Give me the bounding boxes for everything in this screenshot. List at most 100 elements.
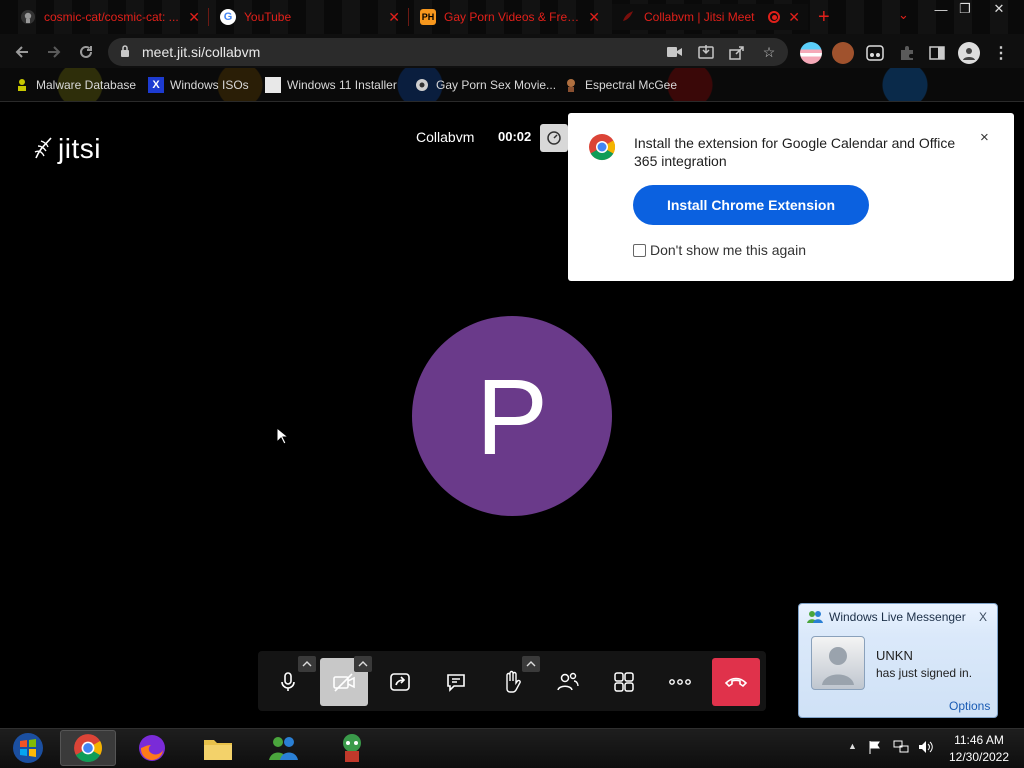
side-panel-icon[interactable] [926,42,948,64]
messenger-icon [269,737,298,760]
back-button[interactable] [10,40,34,64]
hang-up-button[interactable] [712,658,760,706]
close-icon[interactable]: ✕ [188,9,200,26]
tile-view-button[interactable] [600,658,648,706]
taskbar-firefox[interactable] [124,730,180,766]
connection-indicator-icon[interactable] [540,124,568,152]
lock-icon [121,45,129,57]
show-hidden-icons[interactable]: ▲ [848,741,857,751]
clock-time: 11:46 AM [954,733,1004,747]
hang-up-icon [724,677,748,688]
taskbar-app-character[interactable] [324,730,380,766]
contact-name: UNKN [876,648,913,663]
bookmark-windows-11-installer[interactable]: Windows 11 Installer [265,76,397,94]
dont-show-label: Don't show me this again [650,242,806,258]
extension-avatar-icon[interactable] [832,42,854,64]
bookmark-star-icon[interactable]: ☆ [760,43,778,61]
tab-title: Collabvm | Jitsi Meet [644,10,755,24]
chrome-logo-icon [589,134,616,161]
share-screen-button[interactable] [376,658,424,706]
participant-avatar: P [412,316,612,516]
action-center-flag-icon[interactable] [868,740,882,754]
messenger-close-button[interactable]: X [979,610,987,624]
tab-jitsi[interactable]: Collabvm | Jitsi Meet ✕ [612,4,808,30]
back-arrow-icon [15,46,28,58]
jitsi-logo[interactable]: jitsi [32,133,101,165]
taskbar-clock[interactable]: 11:46 AM 12/30/2022 [944,732,1014,766]
tab-youtube[interactable]: G YouTube ✕ [212,4,408,30]
profile-icon[interactable] [958,42,980,64]
profile-flag-icon[interactable] [800,42,822,64]
dont-show-checkbox[interactable] [633,243,646,257]
character-icon [563,77,579,93]
bookmark-gay-porn-sex-movie[interactable]: Gay Porn Sex Movie... [414,76,556,94]
jitsi-icon [620,9,636,25]
meeting-name: Collabvm [416,129,475,145]
volume-icon[interactable] [918,740,934,754]
address-bar[interactable]: meet.jit.si/collabvm [108,38,788,66]
close-icon[interactable]: ✕ [588,9,600,26]
chat-icon [447,674,465,692]
tab-title: cosmic-cat/cosmic-cat: ... [44,10,179,24]
dont-show-again-option[interactable]: Don't show me this again [633,242,806,258]
participants-button[interactable] [544,658,592,706]
install-app-icon[interactable] [697,43,715,61]
malware-db-icon [14,77,30,93]
extension-controller-icon[interactable] [864,42,886,64]
participants-icon [557,672,579,691]
firefox-icon [139,735,165,761]
start-button[interactable] [0,730,56,766]
bookmark-malware-database[interactable]: Malware Database [14,76,136,94]
tab-ph[interactable]: PH Gay Porn Videos & Free ... ✕ [412,4,608,30]
chat-button[interactable] [432,658,480,706]
bookmark-page-icon [414,77,430,93]
messenger-buddy-icon [807,611,823,623]
folder-icon [204,740,232,760]
audio-settings-caret-icon[interactable] [298,656,316,672]
meeting-timer: 00:02 [498,129,532,144]
ph-icon: PH [420,9,436,25]
bookmark-espectral-mcgee[interactable]: Espectral McGee [563,76,677,94]
bookmark-windows-isos[interactable]: X Windows ISOs [148,76,249,94]
taskbar-file-explorer[interactable] [190,730,246,766]
tab-search-icon[interactable]: ⌄ [898,7,909,23]
tab-title: Gay Porn Videos & Free ... [444,10,581,24]
close-icon[interactable]: ✕ [788,9,800,26]
taskbar-messenger[interactable] [256,730,312,766]
contact-status: has just signed in. [876,666,973,680]
taskbar-chrome[interactable] [60,730,116,766]
video-settings-caret-icon[interactable] [354,656,372,672]
messenger-notification[interactable]: Windows Live Messenger X UNKN has just s… [798,603,998,718]
character-icon [343,734,361,762]
restore-button[interactable]: ❐ [950,0,980,18]
default-user-icon [822,647,854,685]
reload-icon [80,45,92,58]
network-icon[interactable] [893,740,909,754]
forward-button[interactable] [42,40,66,64]
extensions-puzzle-icon[interactable] [896,42,918,64]
tab-github[interactable]: cosmic-cat/cosmic-cat: ... ✕ [12,4,208,30]
popup-message: Install the extension for Google Calenda… [634,135,956,169]
menu-icon[interactable]: ⋮ [990,42,1012,64]
reactions-caret-icon[interactable] [522,656,540,672]
share-screen-icon [390,673,410,691]
install-extension-button[interactable]: Install Chrome Extension [633,185,869,225]
github-icon [20,9,36,25]
screen: { "browser": { "tabs": [ {"title": "cosm… [0,0,1024,768]
google-icon: G [220,9,236,25]
clock-date: 12/30/2022 [948,750,1010,764]
share-icon[interactable] [728,43,746,61]
contact-picture [811,636,865,690]
close-icon[interactable]: ✕ [388,9,400,26]
bookmark-label: Malware Database [36,78,137,92]
reload-button[interactable] [74,40,98,64]
mouse-cursor-icon [276,427,288,445]
popup-close-button[interactable]: × [980,129,989,146]
forward-arrow-icon [48,46,61,58]
messenger-options-link[interactable]: Options [949,699,990,713]
camera-in-use-icon[interactable] [666,43,684,61]
new-tab-button[interactable]: + [818,6,830,29]
more-actions-button[interactable] [656,658,704,706]
window-close-button[interactable]: ✕ [984,0,1014,18]
raise-hand-icon [506,670,521,693]
